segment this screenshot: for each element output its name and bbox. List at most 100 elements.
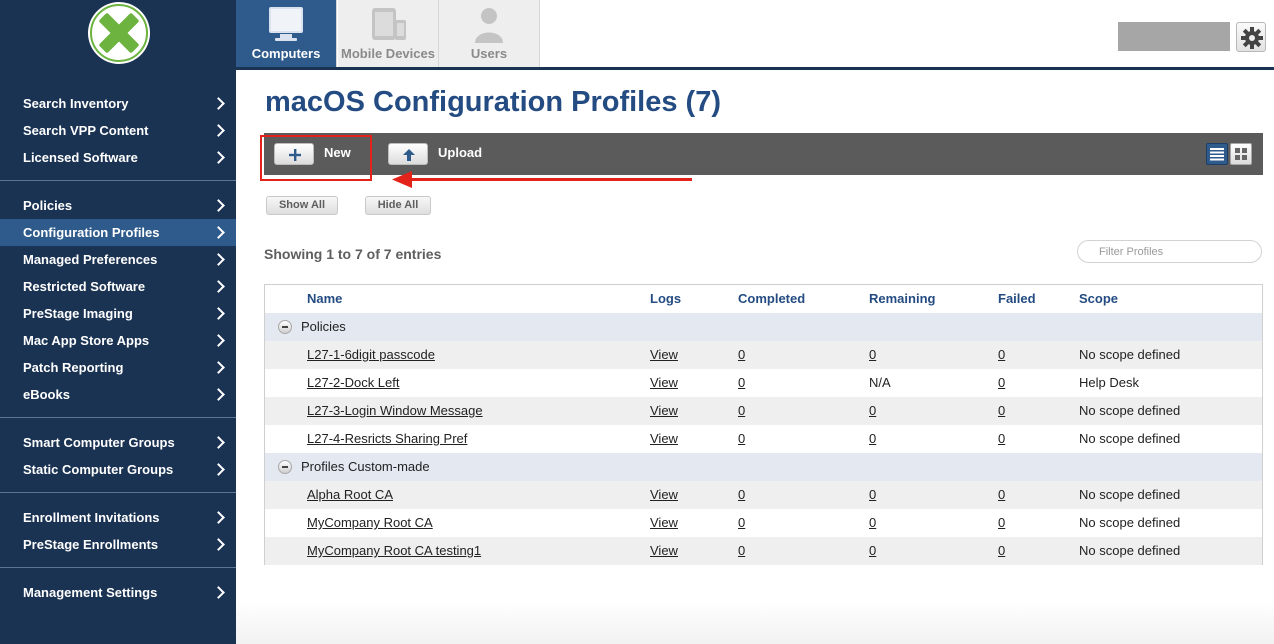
sidebar-item-mac-app-store-apps[interactable]: Mac App Store Apps <box>0 327 236 354</box>
tab-computers[interactable]: Computers <box>236 0 337 67</box>
gear-icon <box>1241 27 1263 49</box>
filter-profiles-input[interactable] <box>1077 240 1262 263</box>
cell-name-link[interactable]: L27-2-Dock Left <box>307 375 400 390</box>
cell-failed-link[interactable]: 0 <box>998 375 1005 390</box>
cell-scope: No scope defined <box>1079 341 1180 369</box>
column-header-name[interactable]: Name <box>307 285 342 313</box>
cell-remaining-link[interactable]: 0 <box>869 543 876 558</box>
cell-name-link[interactable]: L27-3-Login Window Message <box>307 403 483 418</box>
sidebar-item-enrollment-invitations[interactable]: Enrollment Invitations <box>0 504 236 531</box>
cell-logs-link[interactable]: View <box>650 375 678 390</box>
tab-users-label: Users <box>470 46 508 61</box>
sidebar-item-licensed-software[interactable]: Licensed Software <box>0 144 236 171</box>
table-row: Alpha Root CA View 0 0 0 No scope defined <box>265 481 1262 509</box>
cell-completed-link[interactable]: 0 <box>738 515 745 530</box>
cell-name-link[interactable]: Alpha Root CA <box>307 487 393 502</box>
sidebar-item-static-computer-groups[interactable]: Static Computer Groups <box>0 456 236 483</box>
table-row: L27-4-Resricts Sharing Pref View 0 0 0 No sco… <box>265 425 1262 453</box>
cell-remaining-link[interactable]: 0 <box>869 347 876 362</box>
cell-failed-link[interactable]: 0 <box>998 347 1005 362</box>
cell-failed-link[interactable]: 0 <box>998 431 1005 446</box>
sidebar-item-smart-computer-groups[interactable]: Smart Computer Groups <box>0 429 236 456</box>
cell-name: MyCompany Root CA <box>307 509 433 537</box>
cell-completed-link[interactable]: 0 <box>738 403 745 418</box>
sidebar-item-search-vpp-content[interactable]: Search VPP Content <box>0 117 236 144</box>
cell-completed: 0 <box>738 481 745 509</box>
cell-remaining: N/A <box>869 375 891 390</box>
grid-view-button[interactable] <box>1230 143 1252 165</box>
table-group-row: Profiles Custom-made <box>265 453 1262 481</box>
cell-completed-link[interactable]: 0 <box>738 487 745 502</box>
cell-name-link[interactable]: L27-1-6digit passcode <box>307 347 435 362</box>
cell-failed: 0 <box>998 397 1005 425</box>
cell-logs-link[interactable]: View <box>650 347 678 362</box>
cell-remaining-link[interactable]: 0 <box>869 403 876 418</box>
chevron-right-icon <box>214 531 224 558</box>
cell-remaining: 0 <box>869 341 876 369</box>
cell-name-link[interactable]: L27-4-Resricts Sharing Pref <box>307 431 467 446</box>
cell-completed-link[interactable]: 0 <box>738 431 745 446</box>
sidebar-item-label: PreStage Enrollments <box>23 537 159 552</box>
account-menu[interactable] <box>1118 22 1230 51</box>
sidebar-item-patch-reporting[interactable]: Patch Reporting <box>0 354 236 381</box>
sidebar-item-label: Search VPP Content <box>23 123 149 138</box>
cell-completed-link[interactable]: 0 <box>738 543 745 558</box>
cell-scope: No scope defined <box>1079 397 1180 425</box>
cell-completed: 0 <box>738 537 745 565</box>
sidebar-item-prestage-enrollments[interactable]: PreStage Enrollments <box>0 531 236 558</box>
cell-remaining: N/A <box>869 369 891 397</box>
cell-failed-link[interactable]: 0 <box>998 403 1005 418</box>
table-row: MyCompany Root CA testing1 View 0 0 0 No scop… <box>265 537 1262 565</box>
show-all-button[interactable]: Show All <box>266 196 338 215</box>
tab-mobile-devices[interactable]: Mobile Devices <box>338 0 439 67</box>
column-header-completed[interactable]: Completed <box>738 285 805 313</box>
column-header-scope[interactable]: Scope <box>1079 285 1118 313</box>
cell-completed-link[interactable]: 0 <box>738 347 745 362</box>
sidebar-item-ebooks[interactable]: eBooks <box>0 381 236 408</box>
cell-logs-link[interactable]: View <box>650 543 678 558</box>
column-header-logs[interactable]: Logs <box>650 285 681 313</box>
collapse-minus-icon[interactable] <box>278 460 292 474</box>
sidebar-item-search-inventory[interactable]: Search Inventory <box>0 90 236 117</box>
cell-failed-link[interactable]: 0 <box>998 543 1005 558</box>
cell-name-link[interactable]: MyCompany Root CA <box>307 515 433 530</box>
chevron-right-icon <box>214 219 224 246</box>
cell-remaining-link[interactable]: 0 <box>869 515 876 530</box>
list-view-button[interactable] <box>1206 143 1228 165</box>
cell-completed: 0 <box>738 509 745 537</box>
upload-button[interactable]: Upload <box>388 143 498 165</box>
settings-button[interactable] <box>1236 22 1266 52</box>
cell-name-link[interactable]: MyCompany Root CA testing1 <box>307 543 481 558</box>
cell-remaining-link[interactable]: 0 <box>869 487 876 502</box>
sidebar-item-managed-preferences[interactable]: Managed Preferences <box>0 246 236 273</box>
cell-remaining-link[interactable]: 0 <box>869 431 876 446</box>
cell-logs-link[interactable]: View <box>650 515 678 530</box>
sidebar-item-label: Licensed Software <box>23 150 138 165</box>
cell-failed-link[interactable]: 0 <box>998 487 1005 502</box>
tab-users[interactable]: Users <box>439 0 540 67</box>
sidebar-item-label: eBooks <box>23 387 70 402</box>
cell-scope: No scope defined <box>1079 481 1180 509</box>
cell-remaining: 0 <box>869 509 876 537</box>
cell-failed-link[interactable]: 0 <box>998 515 1005 530</box>
cell-logs-link[interactable]: View <box>650 403 678 418</box>
annotation-highlight-box <box>260 135 372 181</box>
upload-arrow-icon <box>403 149 415 161</box>
sidebar-item-prestage-imaging[interactable]: PreStage Imaging <box>0 300 236 327</box>
group-label: Policies <box>301 319 346 334</box>
collapse-minus-icon[interactable] <box>278 320 292 334</box>
chevron-right-icon <box>214 579 224 606</box>
cell-logs: View <box>650 537 678 565</box>
cell-completed-link[interactable]: 0 <box>738 375 745 390</box>
sidebar-item-configuration-profiles[interactable]: Configuration Profiles <box>0 219 236 246</box>
sidebar-item-restricted-software[interactable]: Restricted Software <box>0 273 236 300</box>
column-header-failed[interactable]: Failed <box>998 285 1036 313</box>
cell-name: Alpha Root CA <box>307 481 393 509</box>
cell-logs-link[interactable]: View <box>650 487 678 502</box>
cell-logs-link[interactable]: View <box>650 431 678 446</box>
sidebar-item-policies[interactable]: Policies <box>0 192 236 219</box>
cell-name: L27-4-Resricts Sharing Pref <box>307 425 467 453</box>
sidebar-item-management-settings[interactable]: Management Settings <box>0 579 236 606</box>
hide-all-button[interactable]: Hide All <box>365 196 431 215</box>
column-header-remaining[interactable]: Remaining <box>869 285 935 313</box>
